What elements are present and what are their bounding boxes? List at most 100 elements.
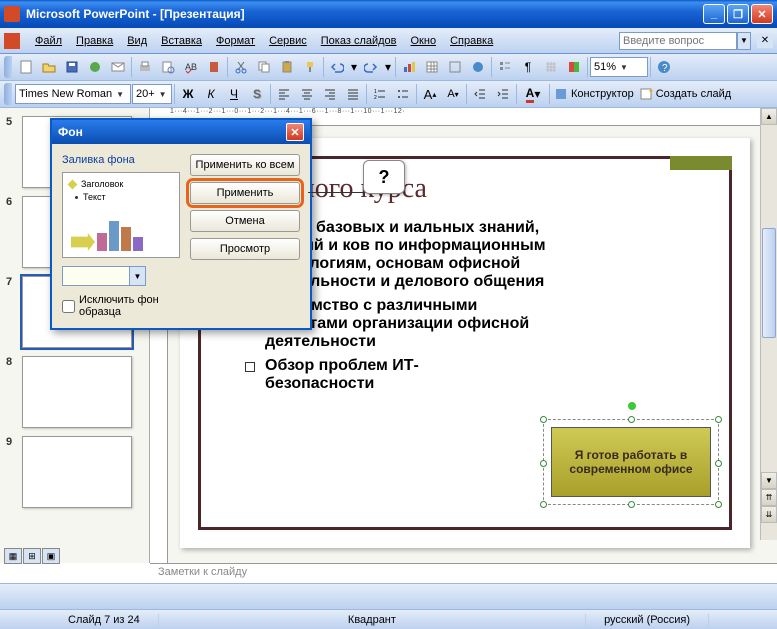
help-icon[interactable]: ?: [653, 56, 675, 78]
slide-thumbnail[interactable]: [22, 436, 132, 508]
normal-view-button[interactable]: ▦: [4, 548, 22, 564]
apply-all-button[interactable]: Применить ко всем: [190, 154, 300, 176]
undo-dropdown[interactable]: ▾: [349, 56, 359, 78]
format-painter-icon[interactable]: [299, 56, 321, 78]
tables-borders-icon[interactable]: [444, 56, 466, 78]
increase-font-icon[interactable]: A▴: [419, 83, 441, 105]
font-name-combo[interactable]: Times New Roman▼: [15, 84, 131, 104]
formatting-toolbar: Times New Roman▼ 20+▼ Ж К Ч S 12 A▴ A▾ A…: [0, 81, 777, 108]
sorter-view-button[interactable]: ⊞: [23, 548, 41, 564]
vertical-scrollbar[interactable]: ▲ ▼ ⇈ ⇊: [760, 108, 777, 540]
bulleted-list-icon[interactable]: [392, 83, 414, 105]
color-grayscale-icon[interactable]: [563, 56, 585, 78]
new-slide-button[interactable]: Создать слайд: [637, 87, 733, 101]
decrease-indent-icon[interactable]: [469, 83, 491, 105]
save-icon[interactable]: [61, 56, 83, 78]
copy-icon[interactable]: [253, 56, 275, 78]
status-template: Квадрант: [159, 614, 586, 626]
menu-insert[interactable]: Вставка: [154, 33, 209, 49]
italic-icon[interactable]: К: [200, 83, 222, 105]
maximize-button[interactable]: ❐: [727, 4, 749, 24]
statusbar: Слайд 7 из 24 Квадрант русский (Россия): [0, 609, 777, 629]
prev-slide-button[interactable]: ⇈: [761, 489, 777, 506]
status-slide: Слайд 7 из 24: [8, 614, 159, 626]
menu-file[interactable]: Файл: [28, 33, 69, 49]
preview-button[interactable]: Просмотр: [190, 238, 300, 260]
numbered-list-icon[interactable]: 12: [369, 83, 391, 105]
font-size-combo[interactable]: 20+▼: [132, 84, 172, 104]
zoom-combo[interactable]: 51%▼: [590, 57, 648, 77]
cancel-button[interactable]: Отмена: [190, 210, 300, 232]
align-right-icon[interactable]: [319, 83, 341, 105]
expand-all-icon[interactable]: [494, 56, 516, 78]
permission-icon[interactable]: [84, 56, 106, 78]
align-center-icon[interactable]: [296, 83, 318, 105]
doc-icon[interactable]: [4, 33, 20, 49]
bullet-text: Обзор проблем ИТ-безопасности: [265, 357, 465, 393]
menu-view[interactable]: Вид: [120, 33, 154, 49]
help-search-input[interactable]: [619, 32, 737, 50]
redo-dropdown[interactable]: ▾: [383, 56, 393, 78]
menu-edit[interactable]: Правка: [69, 33, 120, 49]
menu-slideshow[interactable]: Показ слайдов: [314, 33, 404, 49]
research-icon[interactable]: [203, 56, 225, 78]
insert-hyperlink-icon[interactable]: [467, 56, 489, 78]
dialog-close-button[interactable]: ✕: [286, 123, 304, 141]
font-color-icon[interactable]: A ▾: [519, 83, 547, 105]
svg-text:2: 2: [374, 95, 377, 101]
menu-window[interactable]: Окно: [404, 33, 444, 49]
scroll-thumb[interactable]: [762, 228, 776, 338]
show-grid-icon[interactable]: [540, 56, 562, 78]
slideshow-view-button[interactable]: ▣: [42, 548, 60, 564]
redo-icon[interactable]: [360, 56, 382, 78]
insert-chart-icon[interactable]: [398, 56, 420, 78]
align-justify-icon[interactable]: [342, 83, 364, 105]
fill-preview: Заголовок Текст: [62, 172, 180, 258]
thumb-number: 9: [6, 436, 18, 448]
align-left-icon[interactable]: [273, 83, 295, 105]
fill-color-combo[interactable]: ▼: [62, 266, 146, 286]
apply-button[interactable]: Применить: [190, 182, 300, 204]
undo-icon[interactable]: [326, 56, 348, 78]
thumb-number: 7: [6, 276, 18, 288]
cut-icon[interactable]: [230, 56, 252, 78]
slide-thumbnail[interactable]: [22, 356, 132, 428]
dialog-titlebar[interactable]: Фон ✕: [52, 120, 310, 144]
insert-table-icon[interactable]: [421, 56, 443, 78]
bold-icon[interactable]: Ж: [177, 83, 199, 105]
window-title: Microsoft PowerPoint - [Презентация]: [26, 7, 703, 21]
scroll-up-button[interactable]: ▲: [761, 108, 777, 125]
print-icon[interactable]: [134, 56, 156, 78]
email-icon[interactable]: [107, 56, 129, 78]
question-tooltip: ?: [363, 160, 405, 194]
shadow-icon[interactable]: S: [246, 83, 268, 105]
doc-close-button[interactable]: ✕: [757, 33, 773, 48]
show-formatting-icon[interactable]: ¶: [517, 56, 539, 78]
close-button[interactable]: ✕: [751, 4, 773, 24]
titlebar: Microsoft PowerPoint - [Презентация] _ ❐…: [0, 0, 777, 28]
callout-connector: [308, 192, 366, 193]
print-preview-icon[interactable]: [157, 56, 179, 78]
svg-text:?: ?: [662, 63, 668, 74]
designer-button[interactable]: Конструктор: [552, 87, 636, 101]
underline-icon[interactable]: Ч: [223, 83, 245, 105]
open-icon[interactable]: [38, 56, 60, 78]
menu-format[interactable]: Формат: [209, 33, 262, 49]
notes-pane[interactable]: Заметки к слайду: [150, 563, 777, 583]
spellcheck-icon[interactable]: AB: [180, 56, 202, 78]
thumb-number: 6: [6, 196, 18, 208]
next-slide-button[interactable]: ⇊: [761, 506, 777, 523]
slide-callout-shape[interactable]: Я готов работать в современном офисе: [551, 427, 711, 497]
scroll-down-button[interactable]: ▼: [761, 472, 777, 489]
new-icon[interactable]: [15, 56, 37, 78]
decrease-font-icon[interactable]: A▾: [442, 83, 464, 105]
help-dropdown[interactable]: ▼: [737, 32, 751, 50]
menu-help[interactable]: Справка: [443, 33, 500, 49]
background-dialog: Фон ✕ Заливка фона Заголовок Текст ▼ Иск…: [50, 118, 312, 330]
increase-indent-icon[interactable]: [492, 83, 514, 105]
paste-icon[interactable]: [276, 56, 298, 78]
status-language: русский (Россия): [586, 614, 709, 626]
minimize-button[interactable]: _: [703, 4, 725, 24]
menu-tools[interactable]: Сервис: [262, 33, 314, 49]
exclude-master-checkbox[interactable]: Исключить фон образца: [62, 294, 180, 318]
